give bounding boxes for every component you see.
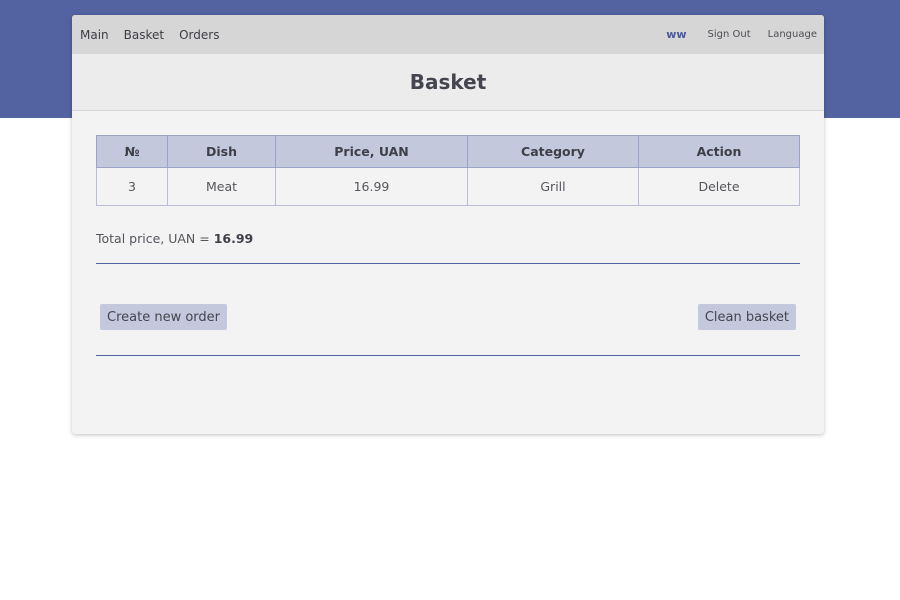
cell-dish: Meat xyxy=(167,167,276,206)
create-order-button[interactable]: Create new order xyxy=(100,304,227,330)
total-price: Total price, UAN = 16.99 xyxy=(96,231,253,246)
delete-link[interactable]: Delete xyxy=(698,179,739,194)
cell-number: 3 xyxy=(96,167,168,206)
page-title: Basket xyxy=(409,70,487,94)
table-header-row: № Dish Price, UAN Category Action xyxy=(96,135,800,168)
nav-link-basket[interactable]: Basket xyxy=(124,28,164,42)
column-header-dish: Dish xyxy=(167,135,276,168)
divider xyxy=(96,355,800,356)
total-price-value: 16.99 xyxy=(213,231,254,246)
user-name-link[interactable]: ww xyxy=(666,28,686,41)
divider xyxy=(96,263,800,264)
nav-link-orders[interactable]: Orders xyxy=(179,28,219,42)
language-menu[interactable]: Language xyxy=(768,29,817,40)
nav-user-menu: ww Sign Out Language xyxy=(666,15,817,54)
sign-out-link[interactable]: Sign Out xyxy=(708,29,751,40)
navbar: Main Basket Orders ww Sign Out Language xyxy=(72,15,824,54)
nav-link-main[interactable]: Main xyxy=(80,28,109,42)
basket-card: Main Basket Orders ww Sign Out Language … xyxy=(72,15,824,434)
column-header-action: Action xyxy=(638,135,800,168)
cell-category: Grill xyxy=(467,167,639,206)
title-bar: Basket xyxy=(72,54,824,111)
clean-basket-button[interactable]: Clean basket xyxy=(697,304,796,330)
total-price-label: Total price, UAN = xyxy=(96,231,210,246)
column-header-category: Category xyxy=(467,135,639,168)
column-header-price: Price, UAN xyxy=(275,135,468,168)
cell-price: 16.99 xyxy=(275,167,468,206)
table-row: 3 Meat 16.99 Grill Delete xyxy=(96,167,800,206)
nav-links: Main Basket Orders xyxy=(80,15,234,54)
basket-table: № Dish Price, UAN Category Action 3 Meat… xyxy=(96,135,800,206)
column-header-number: № xyxy=(96,135,168,168)
